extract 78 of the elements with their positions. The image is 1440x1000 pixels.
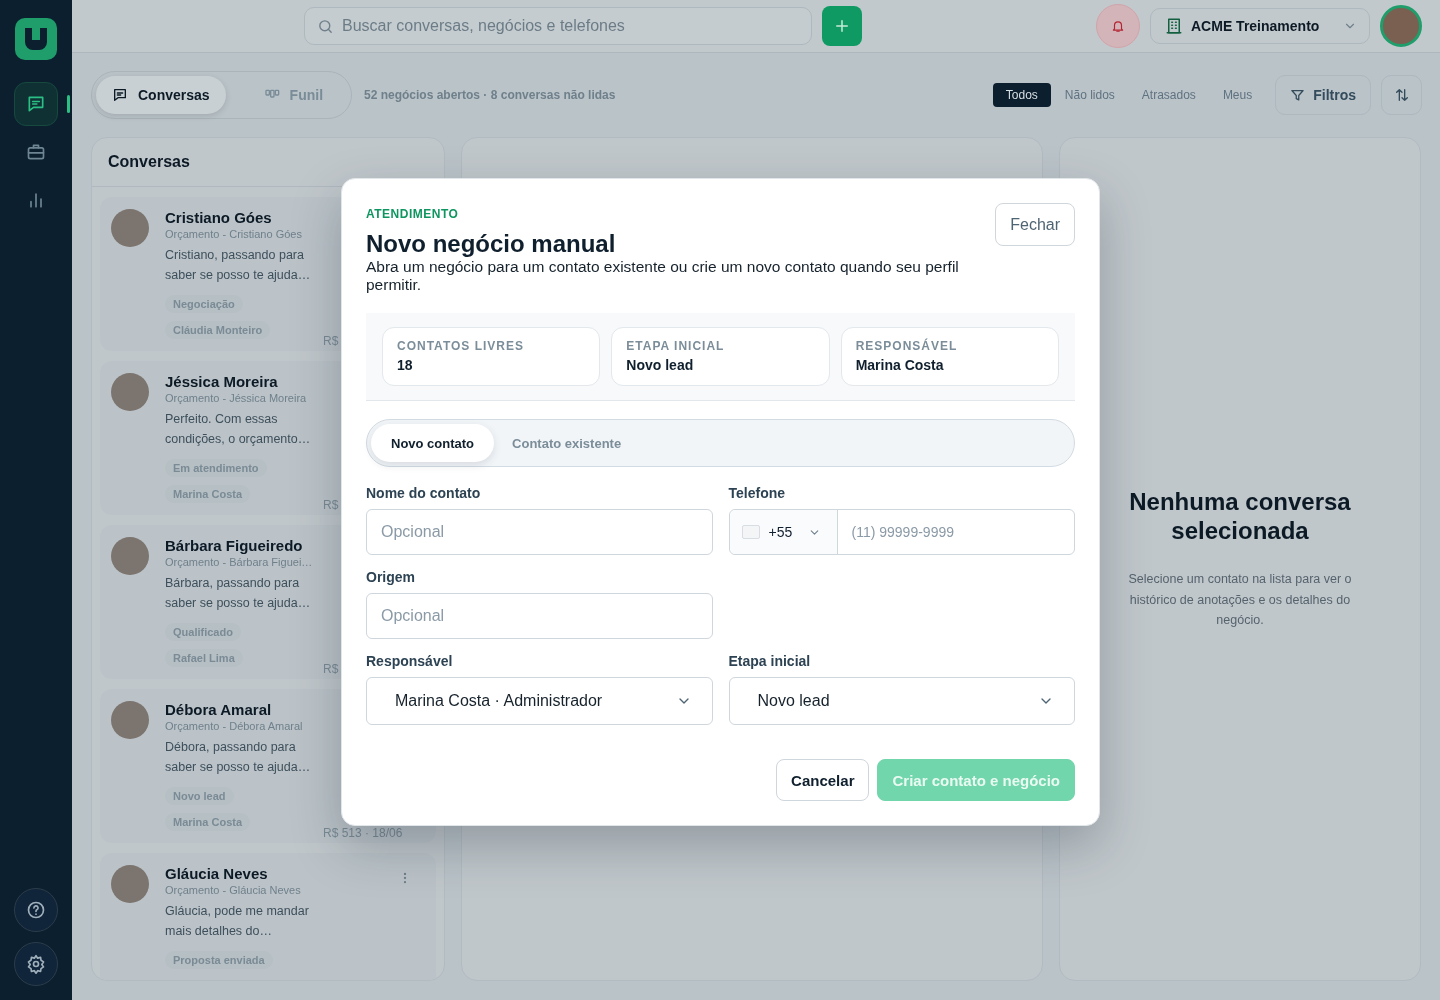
- avatar: [111, 537, 149, 575]
- cancel-button[interactable]: Cancelar: [776, 759, 870, 801]
- view-tab[interactable]: Conversas: [96, 76, 226, 114]
- field-label: Origem: [366, 569, 416, 585]
- deal-value: R$ 513 · 18/06: [323, 826, 403, 840]
- stat-label: ETAPA INICIAL: [626, 339, 726, 353]
- search-icon: [317, 17, 334, 35]
- briefcase-icon: [26, 142, 46, 162]
- filter-icon: [1290, 87, 1306, 103]
- empty-state-text: Selecione um contato na lista para ver o histórico de anotações e os detalhes do negócio.: [1127, 571, 1353, 630]
- deal-value: R$: [323, 498, 339, 512]
- country-code-select[interactable]: +55: [729, 510, 838, 554]
- deal-title: Orçamento - Jéssica Moreira: [165, 392, 307, 404]
- plus-icon: [833, 17, 851, 35]
- logo-icon: [15, 18, 57, 60]
- avatar: [111, 701, 149, 739]
- message-preview: Perfeito. Com essas condições, o orçamento…: [165, 411, 312, 448]
- message-preview: Gláucia, pode me mandar mais detalhes do…: [165, 903, 310, 940]
- nav-item[interactable]: [14, 82, 58, 126]
- stage-tag: Novo lead: [165, 787, 234, 805]
- active-indicator: [67, 95, 70, 113]
- phone-field[interactable]: +55 (11) 99999-9999: [728, 509, 1075, 555]
- flag-icon: [741, 525, 760, 539]
- contact-name: Jéssica Moreira: [165, 373, 278, 390]
- deal-value: R$: [323, 334, 339, 348]
- chat-icon: [112, 87, 128, 103]
- message-preview: Débora, passando para saber se posso te ajuda…: [165, 739, 312, 776]
- owner-tag: Rafael Lima: [165, 649, 243, 667]
- select-field[interactable]: Marina Costa · Administrador: [366, 677, 713, 725]
- owner-tag: Marina Costa: [165, 813, 251, 831]
- input-field[interactable]: Opcional: [366, 509, 713, 555]
- mode-tab[interactable]: Novo contato: [371, 424, 495, 462]
- filters-button[interactable]: Filtros: [1275, 75, 1371, 115]
- help-icon: [26, 900, 46, 920]
- input-field[interactable]: Opcional: [366, 593, 713, 639]
- field-label: Telefone: [728, 485, 787, 501]
- stat-value: Marina Costa: [855, 357, 945, 373]
- stat-value: Novo lead: [626, 357, 695, 373]
- message-preview: Cristiano, passando para saber se posso te ajuda…: [165, 247, 312, 284]
- select-field[interactable]: Novo lead: [728, 677, 1075, 725]
- avatar[interactable]: [1380, 5, 1422, 47]
- settings-icon: [26, 954, 46, 974]
- deal-value: R$: [323, 662, 339, 676]
- owner-tag: Marina Costa: [165, 485, 251, 503]
- stage-tag: Qualificado: [165, 623, 241, 641]
- message-preview: Bárbara, passando para saber se posso te ajuda…: [165, 575, 312, 612]
- owner-tag: Cláudia Monteiro: [165, 321, 271, 339]
- avatar: [111, 373, 149, 411]
- field-label: Etapa inicial: [728, 653, 812, 669]
- filter-tab[interactable]: Todos: [992, 83, 1051, 107]
- settings-button[interactable]: [14, 942, 58, 986]
- contact-name: Débora Amaral: [165, 701, 272, 718]
- stage-tag: Proposta enviada: [165, 951, 273, 969]
- notification-button[interactable]: [1096, 4, 1140, 48]
- contact-name: Bárbara Figueiredo: [165, 537, 303, 554]
- stage-tag: Negociação: [165, 295, 243, 313]
- chat-icon: [26, 94, 46, 114]
- empty-state-title: Nenhuma conversa selecionada: [1128, 487, 1352, 546]
- sort-icon: [1393, 87, 1410, 103]
- avatar: [111, 865, 149, 903]
- help-button[interactable]: [14, 888, 58, 932]
- avatar: [111, 209, 149, 247]
- bell-icon: [1111, 19, 1125, 33]
- building-icon: [1165, 17, 1183, 35]
- deal-title: Orçamento - Bárbara Figuei…: [165, 556, 313, 568]
- conversation-card[interactable]: Gláucia Neves Orçamento - Gláucia Neves Gláucia, pode me mandar mais detalhes do… Proposta enviada: [100, 853, 436, 980]
- stat-label: RESPONSÁVEL: [855, 339, 959, 353]
- contact-name: Cristiano Góes: [165, 209, 272, 226]
- close-button[interactable]: Fechar: [995, 203, 1075, 246]
- contact-name: Gláucia Neves: [165, 865, 268, 882]
- add-button[interactable]: [822, 6, 862, 46]
- deal-title: Orçamento - Gláucia Neves: [165, 884, 301, 896]
- workspace-selector[interactable]: ACME Treinamento: [1150, 8, 1370, 44]
- sort-button[interactable]: [1381, 75, 1422, 115]
- deal-title: Orçamento - Cristiano Góes: [165, 228, 302, 240]
- stage-tag: Em atendimento: [165, 459, 267, 477]
- summary-text: 52 negócios abertos · 8 conversas não lidas: [364, 88, 616, 102]
- deal-title: Orçamento - Débora Amaral: [165, 720, 303, 732]
